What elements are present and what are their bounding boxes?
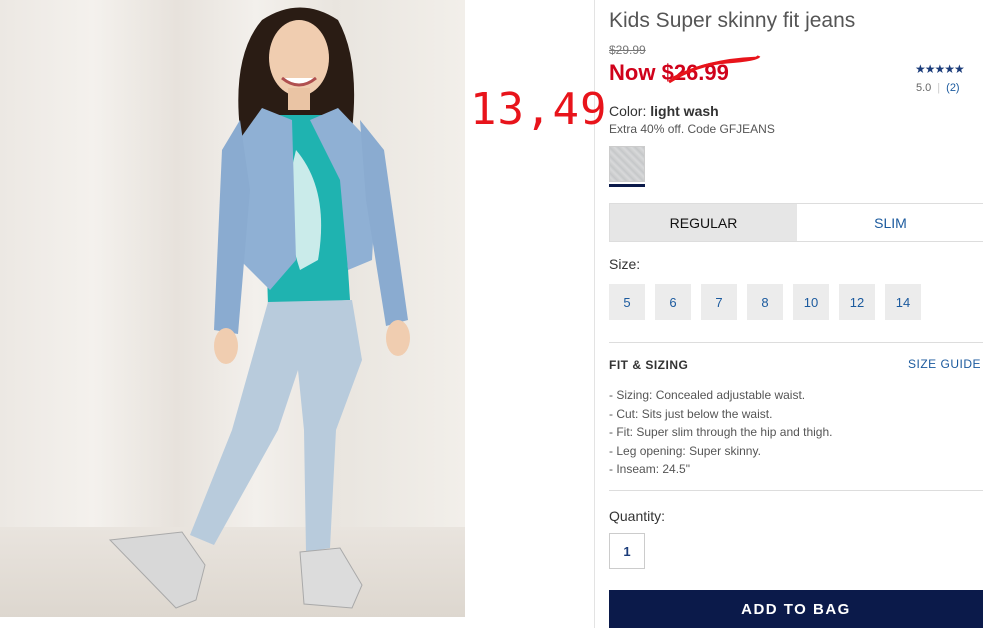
list-item: Leg opening: Super skinny. bbox=[609, 442, 832, 461]
price-annotation: 13,49 bbox=[470, 84, 608, 135]
section-divider bbox=[609, 490, 983, 491]
fit-item-key: Fit: bbox=[616, 425, 634, 439]
price-strike-scribble bbox=[668, 54, 761, 84]
review-count-link[interactable]: (2) bbox=[946, 82, 959, 94]
sale-price-label: Now bbox=[609, 60, 656, 85]
size-option-12[interactable]: 12 bbox=[839, 284, 875, 320]
original-price: $29.99 bbox=[609, 43, 646, 57]
size-options: 5 6 7 8 10 12 14 bbox=[609, 284, 921, 320]
list-item: Sizing: Concealed adjustable waist. bbox=[609, 386, 832, 405]
rating-separator: | bbox=[937, 82, 941, 94]
size-guide-link[interactable]: SIZE GUIDE bbox=[908, 357, 981, 371]
fit-item-text: 24.5" bbox=[659, 462, 690, 476]
color-value: light wash bbox=[650, 103, 719, 119]
list-item: Fit: Super slim through the hip and thig… bbox=[609, 423, 832, 442]
fit-tabs: REGULAR SLIM bbox=[609, 203, 983, 242]
fit-sizing-heading: FIT & SIZING bbox=[609, 358, 689, 372]
quantity-label: Quantity: bbox=[609, 508, 666, 524]
product-image[interactable] bbox=[0, 0, 465, 617]
rating-score: 5.0 bbox=[916, 82, 932, 94]
list-item: Inseam: 24.5" bbox=[609, 460, 832, 479]
fit-item-key: Leg opening: bbox=[616, 443, 686, 458]
tab-regular[interactable]: REGULAR bbox=[610, 204, 797, 241]
swatch-selected-indicator bbox=[609, 184, 645, 187]
model-illustration bbox=[108, 7, 410, 609]
fit-item-text: Concealed adjustable waist. bbox=[652, 388, 806, 402]
section-divider bbox=[609, 342, 983, 343]
product-title: Kids Super skinny fit jeans bbox=[609, 9, 856, 32]
fit-sizing-list: Sizing: Concealed adjustable waist. Cut:… bbox=[609, 386, 832, 479]
fit-item-key: Sizing: bbox=[616, 388, 653, 402]
size-option-5[interactable]: 5 bbox=[609, 284, 645, 320]
list-item: Cut: Sits just below the waist. bbox=[609, 405, 832, 424]
rating-stars-icon[interactable]: ★★★★★ bbox=[915, 62, 965, 76]
quantity-input[interactable]: 1 bbox=[609, 533, 645, 569]
size-option-14[interactable]: 14 bbox=[885, 284, 921, 320]
fit-item-text: Super skinny. bbox=[685, 443, 761, 458]
promo-text: Extra 40% off. Code GFJEANS bbox=[609, 122, 775, 136]
fit-item-text: Super slim through the hip and thigh. bbox=[633, 425, 833, 439]
size-option-7[interactable]: 7 bbox=[701, 284, 737, 320]
size-option-8[interactable]: 8 bbox=[747, 284, 783, 320]
fit-item-key: Cut: bbox=[616, 406, 639, 421]
color-label-text: Color: bbox=[609, 103, 647, 119]
tab-slim[interactable]: SLIM bbox=[797, 204, 983, 241]
fit-item-text: Sits just below the waist. bbox=[638, 406, 773, 421]
add-to-bag-button[interactable]: ADD TO BAG bbox=[609, 590, 983, 628]
color-label: Color: light wash bbox=[609, 103, 719, 119]
size-option-6[interactable]: 6 bbox=[655, 284, 691, 320]
size-label: Size: bbox=[609, 256, 641, 272]
size-option-10[interactable]: 10 bbox=[793, 284, 829, 320]
fit-item-key: Inseam: bbox=[616, 462, 660, 476]
rating-summary: 5.0 | (2) bbox=[916, 82, 960, 94]
color-swatch-light-wash[interactable] bbox=[609, 146, 645, 182]
